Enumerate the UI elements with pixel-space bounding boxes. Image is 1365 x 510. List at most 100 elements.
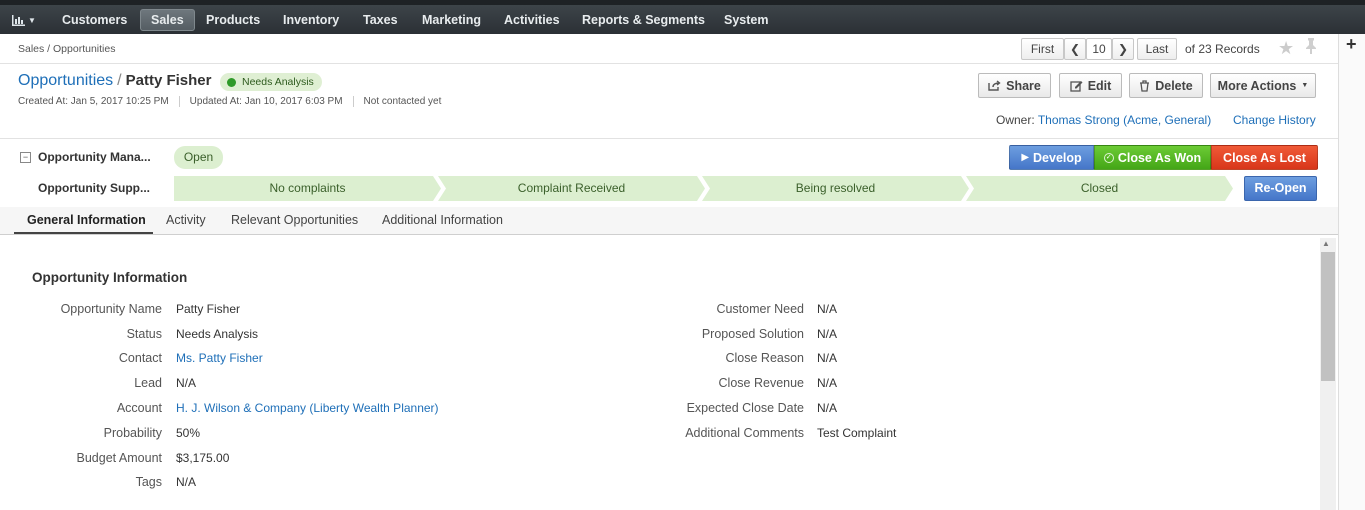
more-actions-button[interactable]: More Actions ▼ [1210, 73, 1316, 98]
caret-down-icon: ▼ [1301, 82, 1309, 89]
field-row: Budget Amount [0, 451, 162, 467]
field-label: Additional Comments [685, 426, 804, 440]
right-side-panel [1338, 34, 1365, 510]
divider [0, 138, 1338, 139]
field-label: Customer Need [716, 302, 804, 316]
pager-last-button[interactable]: Last [1137, 38, 1177, 60]
chevron-left-icon: ❮ [1069, 42, 1081, 56]
edit-button[interactable]: Edit [1059, 73, 1122, 98]
trash-icon [1140, 79, 1150, 92]
field-label: Proposed Solution [701, 327, 804, 341]
nav-inventory[interactable]: Inventory [273, 9, 349, 31]
dashboard-menu-button[interactable]: ▼ [12, 11, 42, 29]
chevron-right-icon: ❯ [1117, 42, 1129, 56]
field-row: Proposed Solution [0, 327, 804, 343]
status-label: Needs Analysis [242, 76, 314, 88]
workflow-management-label: Opportunity Mana... [38, 150, 151, 164]
scroll-up-arrow-icon[interactable]: ▲ [1322, 239, 1330, 248]
stage-no-complaints: No complaints [174, 176, 441, 201]
field-row: Additional Comments [0, 426, 804, 442]
record-name: Patty Fisher [125, 72, 212, 89]
scrollbar-thumb[interactable] [1321, 252, 1335, 381]
field-value: N/A [817, 401, 838, 415]
nav-system[interactable]: System [714, 9, 778, 31]
field-label: Close Reason [725, 351, 804, 365]
change-history-link[interactable]: Change History [1233, 113, 1316, 127]
field-value: N/A [817, 376, 838, 390]
nav-sales[interactable]: Sales [140, 9, 195, 31]
tab-relevant-opportunities[interactable]: Relevant Opportunities [231, 213, 358, 227]
record-metadata: Created At: Jan 5, 2017 10:25 PM Updated… [18, 96, 451, 107]
field-row: Customer Need [0, 302, 804, 318]
close-as-lost-button[interactable]: Close As Lost [1211, 145, 1318, 170]
close-as-won-label: Close As Won [1117, 150, 1202, 165]
develop-button[interactable]: ▶ Develop [1009, 145, 1094, 170]
status-dot-icon [227, 77, 236, 87]
field-row: Tags [0, 475, 162, 491]
reopen-button[interactable]: Re-Open [1244, 176, 1317, 201]
title-separator: / [117, 72, 122, 89]
contacted-status: Not contacted yet [352, 96, 452, 107]
status-badge: Needs Analysis [220, 73, 322, 91]
stage-complaint-received: Complaint Received [438, 176, 705, 201]
breadcrumb[interactable]: Sales / Opportunities [18, 43, 115, 55]
record-count: of 23 Records [1185, 42, 1260, 56]
active-tab-indicator [14, 232, 153, 234]
tab-bar: General Information Activity Relevant Op… [0, 207, 1338, 235]
edit-label: Edit [1087, 78, 1112, 93]
develop-label: Develop [1033, 150, 1082, 165]
field-row: Close Reason [0, 351, 804, 367]
delete-button[interactable]: Delete [1129, 73, 1203, 98]
stage-closed: Closed [966, 176, 1233, 201]
bar-chart-icon [12, 14, 25, 26]
pager-next-button[interactable]: ❯ [1112, 38, 1134, 60]
section-title: Opportunity Information [32, 270, 188, 285]
field-value: $3,175.00 [176, 451, 230, 465]
stage-being-resolved: Being resolved [702, 176, 969, 201]
nav-activities[interactable]: Activities [494, 9, 570, 31]
field-label: Close Revenue [718, 376, 804, 390]
field-label: Expected Close Date [686, 401, 804, 415]
owner-link[interactable]: Thomas Strong (Acme, General) [1038, 113, 1211, 127]
tab-activity[interactable]: Activity [166, 213, 206, 227]
close-as-won-button[interactable]: ✓ Close As Won [1094, 145, 1211, 170]
share-button[interactable]: Share [978, 73, 1051, 98]
field-value: N/A [817, 327, 838, 341]
more-actions-label: More Actions [1217, 78, 1297, 93]
field-value: N/A [817, 351, 838, 365]
field-row: Expected Close Date [0, 401, 804, 417]
nav-taxes[interactable]: Taxes [353, 9, 408, 31]
check-circle-icon: ✓ [1103, 152, 1114, 163]
nav-products[interactable]: Products [196, 9, 270, 31]
field-label: Tags [135, 475, 162, 489]
edit-icon [1070, 80, 1083, 92]
field-label: Budget Amount [76, 451, 162, 465]
star-icon[interactable]: ★ [1278, 38, 1294, 59]
collapse-icon[interactable]: − [20, 152, 31, 163]
page-title: Opportunities / Patty Fisher [18, 72, 212, 90]
nav-customers[interactable]: Customers [52, 9, 137, 31]
field-value: N/A [817, 302, 838, 316]
divider [0, 63, 1338, 64]
pin-icon[interactable] [1305, 38, 1317, 59]
workflow-support-label: Opportunity Supp... [38, 181, 150, 195]
field-value: N/A [176, 475, 197, 489]
field-row: Close Revenue [0, 376, 804, 392]
owner-label: Owner: [996, 113, 1035, 127]
nav-marketing[interactable]: Marketing [412, 9, 491, 31]
nav-reports-segments[interactable]: Reports & Segments [572, 9, 715, 31]
share-icon [988, 80, 1001, 91]
plus-icon[interactable]: + [1346, 34, 1357, 55]
tab-additional-information[interactable]: Additional Information [382, 213, 503, 227]
top-navigation-bar: ▼ Customers Sales Products Inventory Tax… [0, 0, 1365, 34]
caret-down-icon: ▼ [28, 15, 36, 25]
tab-general-information[interactable]: General Information [27, 213, 146, 227]
pager-first-button[interactable]: First [1021, 38, 1064, 60]
opportunities-link[interactable]: Opportunities [18, 72, 113, 89]
workflow-button-group: ▶ Develop ✓ Close As Won Close As Lost [1009, 145, 1318, 170]
created-at: Created At: Jan 5, 2017 10:25 PM [18, 96, 169, 107]
pager-page-input[interactable]: 10 [1086, 38, 1112, 60]
delete-label: Delete [1155, 78, 1193, 93]
workflow-state-open: Open [174, 146, 223, 169]
pager-prev-button[interactable]: ❮ [1064, 38, 1086, 60]
